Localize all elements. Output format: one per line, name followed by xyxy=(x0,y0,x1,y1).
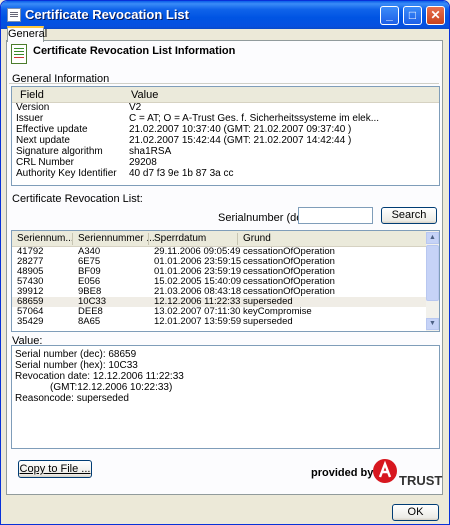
value-line: Revocation date: 12.12.2006 11:22:33 xyxy=(15,371,184,382)
vertical-scrollbar[interactable]: ▲ ▼ xyxy=(426,231,439,331)
serialnumber-input[interactable] xyxy=(298,207,373,224)
crl-table-header: Seriennum... Seriennummer ... Sperrdatum… xyxy=(12,231,428,247)
value-details-box[interactable]: Serial number (dec): 68659 Serial number… xyxy=(11,345,440,449)
column-header-field[interactable]: Field xyxy=(20,89,44,101)
section-divider xyxy=(9,83,439,84)
scroll-down-arrow-icon[interactable]: ▼ xyxy=(426,318,439,330)
ok-button[interactable]: OK xyxy=(392,504,439,521)
value-line: Reasoncode: superseded xyxy=(15,393,129,404)
minimize-button[interactable]: _ xyxy=(380,6,399,25)
page-title: Certificate Revocation List Information xyxy=(33,45,236,57)
general-info-header: Field Value xyxy=(12,87,439,103)
tab-general[interactable]: General xyxy=(7,26,47,42)
crl-window: Certificate Revocation List _ □ ✕ Genera… xyxy=(0,0,450,525)
list-item[interactable]: Version V2 xyxy=(12,102,439,113)
close-button[interactable]: ✕ xyxy=(426,6,445,25)
window-title: Certificate Revocation List xyxy=(25,7,189,22)
maximize-button[interactable]: □ xyxy=(403,6,422,25)
logo-text: TRUST xyxy=(399,473,443,488)
list-item[interactable]: CRL Number 29208 xyxy=(12,157,439,168)
column-separator[interactable] xyxy=(148,233,149,245)
column-header-value[interactable]: Value xyxy=(131,89,158,101)
crl-table[interactable]: Seriennum... Seriennummer ... Sperrdatum… xyxy=(11,230,440,332)
column-header-serial-dec[interactable]: Seriennum... xyxy=(17,233,74,244)
list-item[interactable]: Signature algorithm sha1RSA xyxy=(12,146,439,157)
value-line: (GMT:12.12.2006 10:22:33) xyxy=(50,382,173,393)
list-item[interactable]: Authority Key Identifier 40 d7 f3 9e 1b 8… xyxy=(12,168,439,179)
value-line: Serial number (hex): 10C33 xyxy=(15,360,138,371)
table-row[interactable]: 35429 8A65 12.01.2007 13:59:59 superseded xyxy=(12,317,428,327)
column-separator[interactable] xyxy=(237,233,238,245)
provided-by-label: provided by xyxy=(311,467,374,479)
list-item[interactable]: Next update 21.02.2007 15:42:44 (GMT: 21.… xyxy=(12,135,439,146)
scroll-up-arrow-icon[interactable]: ▲ xyxy=(426,232,439,244)
certificate-icon xyxy=(11,44,27,64)
crl-label: Certificate Revocation List: xyxy=(12,193,143,205)
column-header-revocation-date[interactable]: Sperrdatum xyxy=(154,233,206,244)
value-line: Serial number (dec): 68659 xyxy=(15,349,137,360)
general-info-list[interactable]: Field Value Version V2 Issuer C = AT; O = … xyxy=(11,86,440,186)
column-header-reason[interactable]: Grund xyxy=(243,233,271,244)
column-separator[interactable] xyxy=(72,233,73,245)
scroll-thumb[interactable] xyxy=(426,245,439,301)
column-header-serial-hex[interactable]: Seriennummer ... xyxy=(78,233,155,244)
a-trust-logo-icon xyxy=(373,459,397,483)
title-bar[interactable]: Certificate Revocation List _ □ ✕ xyxy=(1,1,449,29)
list-item[interactable]: Issuer C = AT; O = A-Trust Ges. f. Sicher… xyxy=(12,113,439,124)
list-item[interactable]: Effective update 21.02.2007 10:37:40 (GMT… xyxy=(12,124,439,135)
certificate-list-icon xyxy=(7,8,21,22)
copy-to-file-button[interactable]: Copy to File ... xyxy=(18,460,92,478)
search-button[interactable]: Search xyxy=(381,207,437,224)
